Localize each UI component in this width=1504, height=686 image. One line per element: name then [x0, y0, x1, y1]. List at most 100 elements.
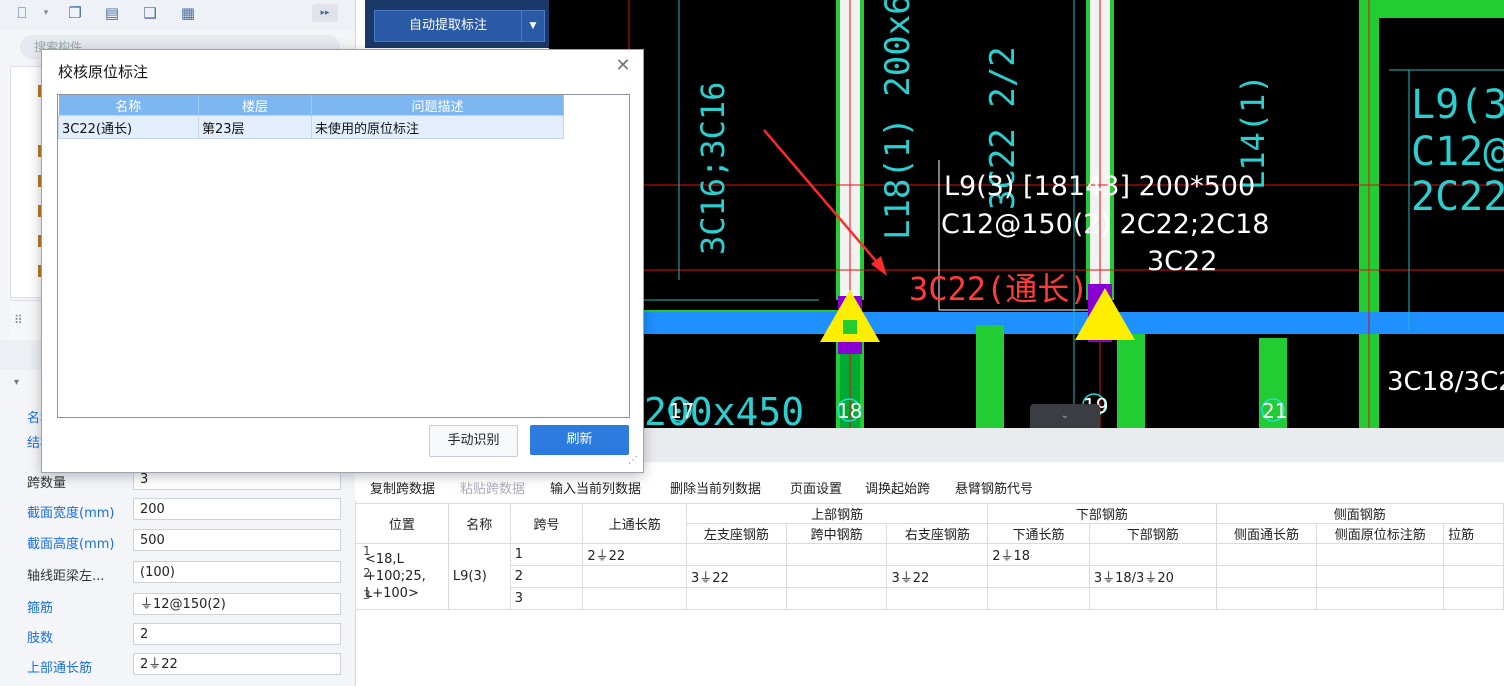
issue-row[interactable]: 3C22(通长) 第23层 未使用的原位标注 — [58, 115, 564, 139]
property-value[interactable]: ⏚12@150(2) — [133, 593, 341, 615]
bottom-bar-cell[interactable] — [1088, 587, 1217, 610]
property-row[interactable]: 截面宽度(mm) 200 — [0, 497, 355, 523]
side-through-cell[interactable] — [1215, 587, 1318, 610]
grid-toolbar-button[interactable]: 复制跨数据 — [370, 478, 435, 497]
right-support-cell[interactable] — [886, 587, 989, 610]
layer-copy-icon[interactable]: ▦ — [178, 4, 198, 22]
col-problem[interactable]: 问题描述 — [311, 95, 564, 116]
stirrup-label: C12@150(2) 2C22;2C18 — [941, 209, 1269, 240]
right-support-cell[interactable]: 3⏚22 — [886, 565, 989, 588]
resize-grip-icon[interactable]: ⋰ — [628, 455, 638, 466]
chevron-down-icon[interactable]: ▾ — [36, 4, 56, 22]
span-cell[interactable]: 2 — [509, 565, 584, 588]
issue-name[interactable]: 3C22(通长) — [58, 115, 199, 139]
chevron-down-icon[interactable]: ▼ — [521, 10, 545, 42]
beam-top — [1359, 0, 1504, 18]
property-row[interactable]: 肢数 2 — [0, 622, 355, 648]
property-label: 截面高度(mm) — [27, 537, 115, 552]
cad-label: L9(3 — [1411, 82, 1504, 128]
left-support-cell[interactable] — [686, 587, 787, 610]
component-toolbar: ⎕ ▾ ❐ ▤ ❏ ▦ ▸▸ — [0, 0, 355, 30]
left-support-cell[interactable]: 3⏚22 — [686, 565, 787, 588]
property-row[interactable]: 上部通长筋 2⏚22 — [0, 652, 355, 678]
mid-span-cell[interactable] — [785, 565, 888, 588]
issue-problem[interactable]: 未使用的原位标注 — [311, 115, 564, 139]
grid-toolbar-button[interactable]: 调换起始跨 — [865, 478, 930, 497]
bottom-through-cell[interactable] — [987, 587, 1090, 610]
side-through-cell[interactable] — [1215, 565, 1318, 588]
side-in-place-cell[interactable] — [1316, 543, 1445, 566]
grid-toolbar-button[interactable]: 删除当前列数据 — [670, 478, 761, 497]
beam-name-label: L9(3) [18143] 200*500 — [944, 171, 1255, 202]
left-support-cell[interactable] — [686, 543, 787, 566]
manual-identify-button[interactable]: 手动识别 — [429, 425, 518, 457]
copy-icon[interactable]: ❐ — [65, 4, 85, 22]
bottom-through-cell[interactable]: 2⏚18 — [987, 543, 1090, 566]
property-value[interactable]: 500 — [133, 529, 341, 551]
issue-list[interactable]: 名称 楼层 问题描述 3C22(通长) 第23层 未使用的原位标注 — [57, 94, 630, 418]
refresh-button[interactable]: 刷新 — [530, 425, 629, 455]
highlighted-beam — [549, 312, 1504, 334]
new-icon[interactable]: ⎕ — [12, 4, 32, 22]
property-row[interactable]: 轴线距梁左... (100) — [0, 560, 355, 586]
side-in-place-cell[interactable] — [1316, 565, 1445, 588]
axis-label: 17 — [669, 399, 694, 423]
annotation-arrow — [763, 129, 883, 269]
col-bottom-through: 下通长筋 — [987, 523, 1090, 544]
more-icon[interactable]: ▸▸ — [312, 4, 338, 22]
property-row[interactable]: 截面高度(mm) 500 — [0, 528, 355, 554]
drag-handle-icon[interactable]: ⠿ — [14, 313, 23, 327]
bottom-bar-cell[interactable] — [1088, 543, 1217, 566]
issue-floor[interactable]: 第23层 — [198, 115, 312, 139]
property-label: 轴线距梁左... — [27, 569, 105, 584]
top-through-cell[interactable] — [582, 565, 688, 588]
col-floor[interactable]: 楼层 — [198, 95, 312, 116]
property-value[interactable]: (100) — [133, 561, 341, 583]
grid-toolbar-button[interactable]: 输入当前列数据 — [550, 478, 641, 497]
top-through-cell[interactable] — [582, 587, 688, 610]
grid-toolbar-button[interactable]: 悬臂钢筋代号 — [955, 478, 1033, 497]
check-annotation-dialog: 校核原位标注 ✕ 名称 楼层 问题描述 3C22(通长) 第23层 未使用的原位… — [41, 49, 644, 473]
name-cell[interactable]: L9(3) — [447, 543, 511, 610]
collapse-panel-icon[interactable]: ⌄ — [1030, 404, 1100, 428]
bottom-through-cell[interactable] — [987, 565, 1090, 588]
bottom-bar-cell[interactable]: 3⏚18/3⏚20 — [1088, 565, 1217, 588]
property-value[interactable]: 2⏚22 — [133, 653, 341, 675]
property-row[interactable]: 箍筋 ⏚12@150(2) — [0, 592, 355, 618]
close-icon[interactable]: ✕ — [613, 56, 633, 76]
dialog-title: 校核原位标注 — [58, 63, 149, 81]
right-support-cell[interactable] — [886, 543, 989, 566]
side-in-place-cell[interactable] — [1316, 587, 1445, 610]
grid-toolbar-button[interactable]: 粘贴跨数据 — [460, 478, 525, 497]
col-name[interactable]: 名称 — [58, 95, 199, 116]
side-through-cell[interactable] — [1215, 543, 1318, 566]
auto-extract-button[interactable]: 自动提取标注 — [374, 10, 522, 42]
property-value[interactable]: 2 — [133, 623, 341, 645]
grid-toolbar-button[interactable]: 页面设置 — [790, 478, 842, 497]
tie-cell[interactable] — [1443, 565, 1504, 588]
row-number: 1 — [363, 544, 371, 558]
top-through-cell[interactable]: 2⏚22 — [582, 543, 688, 566]
property-label: 截面宽度(mm) — [27, 506, 115, 521]
tie-cell[interactable] — [1443, 543, 1504, 566]
col-mid-span: 跨中钢筋 — [785, 523, 888, 544]
tie-cell[interactable] — [1443, 587, 1504, 610]
group-bottom-rebar: 下部钢筋 — [987, 503, 1217, 524]
property-value[interactable]: 200 — [133, 498, 341, 520]
property-label: 跨数量 — [27, 476, 67, 491]
mid-span-cell[interactable] — [785, 543, 888, 566]
mid-span-cell[interactable] — [785, 587, 888, 610]
chevron-down-icon[interactable]: ▾ — [14, 377, 19, 388]
span-cell[interactable]: 3 — [509, 587, 584, 610]
span-cell[interactable]: 1 — [509, 543, 584, 566]
property-label: 肢数 — [27, 631, 54, 646]
col-left-support: 左支座钢筋 — [686, 523, 787, 544]
group-top-rebar: 上部钢筋 — [686, 503, 989, 524]
property-label: 上部通长筋 — [27, 661, 93, 676]
cad-label: 2C22 — [1411, 174, 1504, 220]
duplicate-icon[interactable]: ❏ — [140, 4, 160, 22]
cad-canvas[interactable]: L18(1) 200x600 3C22 2/2 3C16;3C16 L14(1)… — [549, 0, 1504, 428]
col-right-support: 右支座钢筋 — [886, 523, 989, 544]
col-span: 跨号 — [509, 503, 584, 544]
delete-icon[interactable]: ▤ — [102, 4, 122, 22]
